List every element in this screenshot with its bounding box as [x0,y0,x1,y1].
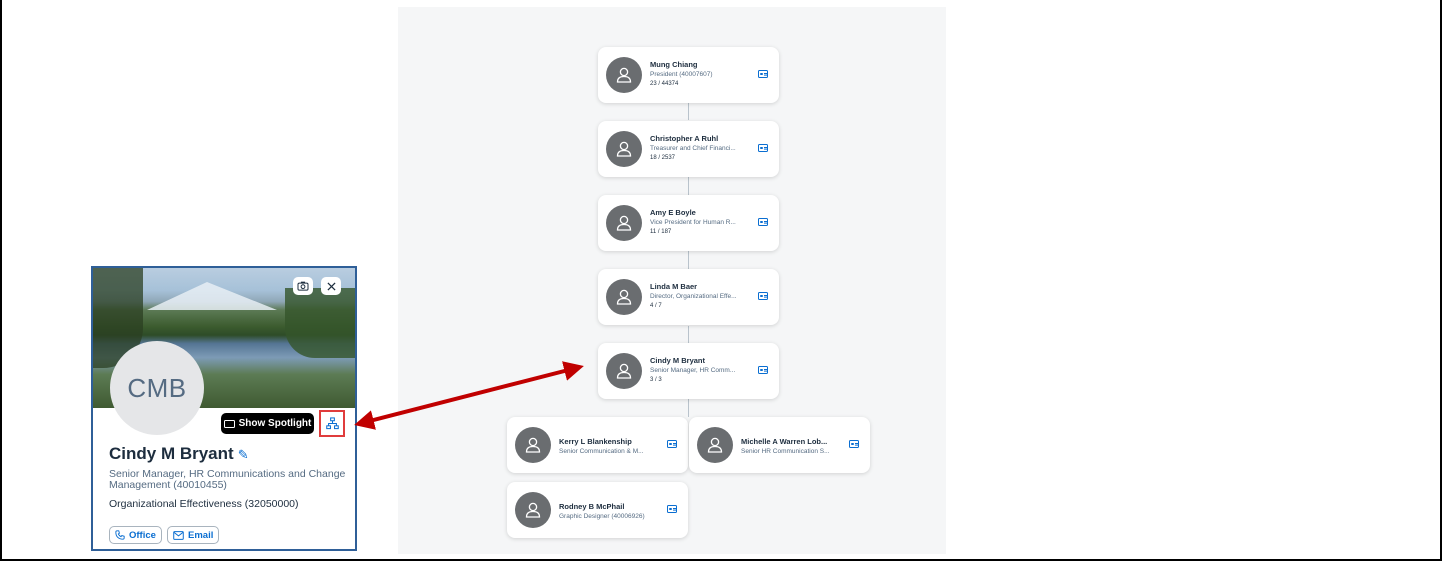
node-count: 4 / 7 [650,303,662,309]
camera-icon[interactable] [293,277,313,295]
connector [688,326,689,343]
node-title: Treasurer and Chief Financi... [650,145,736,152]
profile-department: Organizational Effectiveness (32050000) [109,498,299,510]
connector [688,103,689,120]
person-avatar-icon [606,131,642,167]
id-card-icon[interactable] [758,144,768,152]
office-button[interactable]: Office [109,526,162,544]
node-name: Linda M Baer [650,282,698,291]
connector [688,399,689,417]
org-report-card[interactable]: Rodney B McPhail Graphic Designer (40006… [507,482,688,538]
org-node-card[interactable]: Mung Chiang President (40007607) 23 / 44… [598,47,779,103]
org-chart-button[interactable] [319,410,345,437]
report-name: Kerry L Blankenship [559,437,632,446]
person-avatar-icon [606,205,642,241]
org-report-card[interactable]: Michelle A Warren Lob... Senior HR Commu… [689,417,870,473]
org-node-card[interactable]: Linda M Baer Director, Organizational Ef… [598,269,779,325]
node-name: Amy E Boyle [650,208,696,217]
id-card-icon[interactable] [667,440,677,448]
node-title: Director, Organizational Effe... [650,293,737,300]
show-spotlight-button[interactable]: Show Spotlight [221,413,314,434]
edit-pencil-icon[interactable]: ✎ [238,447,249,462]
node-title: Vice President for Human R... [650,219,736,226]
org-node-card[interactable]: Amy E Boyle Vice President for Human R..… [598,195,779,251]
person-avatar-icon [515,492,551,528]
report-title: Graphic Designer (40006926) [559,513,645,520]
person-avatar-icon [606,57,642,93]
connector [688,177,689,195]
email-icon [173,530,184,540]
node-title: Senior Manager, HR Comm... [650,367,736,374]
connector [688,251,689,269]
node-count: 18 / 2537 [650,155,676,161]
org-node-card[interactable]: Christopher A Ruhl Treasurer and Chief F… [598,121,779,177]
node-name: Mung Chiang [650,60,698,69]
id-card-icon[interactable] [849,440,859,448]
node-title: President (40007607) [650,71,713,78]
id-card-icon[interactable] [758,366,768,374]
person-avatar-icon [606,353,642,389]
node-count: 23 / 44374 [650,81,679,87]
email-button[interactable]: Email [167,526,220,544]
profile-name: Cindy M Bryant ✎ [109,444,249,464]
person-avatar-icon [697,427,733,463]
profile-avatar: CMB [110,341,204,435]
person-avatar-icon [606,279,642,315]
org-chart-icon [325,417,339,430]
report-name: Rodney B McPhail [559,502,625,511]
node-name: Christopher A Ruhl [650,134,719,143]
id-card-icon [223,419,235,428]
node-count: 11 / 187 [650,229,672,235]
email-label: Email [188,529,214,541]
node-name: Cindy M Bryant [650,356,706,365]
profile-title: Senior Manager, HR Communications and Ch… [109,468,346,491]
phone-icon [115,530,125,540]
id-card-icon[interactable] [758,70,768,78]
org-report-card[interactable]: Kerry L Blankenship Senior Communication… [507,417,688,473]
org-node-card-selected[interactable]: Cindy M Bryant Senior Manager, HR Comm..… [598,343,779,399]
report-name: Michelle A Warren Lob... [741,437,828,446]
id-card-icon[interactable] [758,218,768,226]
report-title: Senior HR Communication S... [741,448,830,455]
id-card-icon[interactable] [667,505,677,513]
report-title: Senior Communication & M... [559,448,644,455]
id-card-icon[interactable] [758,292,768,300]
office-label: Office [129,529,156,541]
profile-name-text: Cindy M Bryant [109,444,234,463]
close-icon[interactable] [321,277,341,295]
node-count: 3 / 3 [650,377,662,383]
profile-card: CMB Show Spotlight Cindy M Bryant ✎ Senio… [91,266,357,551]
show-spotlight-label: Show Spotlight [238,418,312,429]
person-avatar-icon [515,427,551,463]
